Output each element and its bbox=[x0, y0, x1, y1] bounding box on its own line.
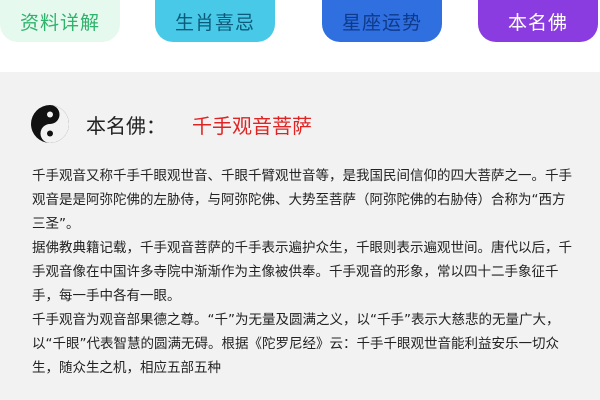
patron-buddha-label: 本名佛： bbox=[86, 113, 166, 138]
tab-bar: 资料详解 生肖喜忌 星座运势 本名佛 bbox=[0, 0, 600, 72]
tab-profile-details[interactable]: 资料详解 bbox=[0, 0, 120, 42]
tab-zodiac-likes[interactable]: 生肖喜忌 bbox=[155, 0, 275, 42]
tab-label: 生肖喜忌 bbox=[174, 11, 255, 34]
patron-buddha-row: 本名佛： 千手观音菩萨 bbox=[30, 102, 570, 146]
tab-label: 资料详解 bbox=[19, 11, 100, 34]
tab-patron-buddha[interactable]: 本名佛 bbox=[478, 0, 598, 42]
description-text: 千手观音又称千手千眼观世音、千眼千臂观世音等，是我国民间信仰的四大菩萨之一。千手… bbox=[32, 164, 572, 380]
description-paragraph: 据佛教典籍记载，千手观音菩萨的千手表示遍护众生，千眼则表示遍观世间。唐代以后，千… bbox=[32, 240, 572, 304]
tab-label: 星座运势 bbox=[341, 11, 422, 34]
tab-label: 本名佛 bbox=[507, 11, 568, 34]
yin-yang-icon bbox=[31, 105, 69, 143]
description-paragraph: 千手观音又称千手千眼观世音、千眼千臂观世音等，是我国民间信仰的四大菩萨之一。千手… bbox=[32, 168, 572, 232]
tab-constellation-fortune[interactable]: 星座运势 bbox=[322, 0, 442, 42]
description-paragraph: 千手观音为观音部果德之尊。“千”为无量及圆满之义，以“千手”表示大慈悲的无量广大… bbox=[32, 312, 560, 376]
content-panel: 本名佛： 千手观音菩萨 千手观音又称千手千眼观世音、千眼千臂观世音等，是我国民间… bbox=[0, 72, 600, 400]
patron-buddha-name: 千手观音菩萨 bbox=[192, 113, 312, 138]
